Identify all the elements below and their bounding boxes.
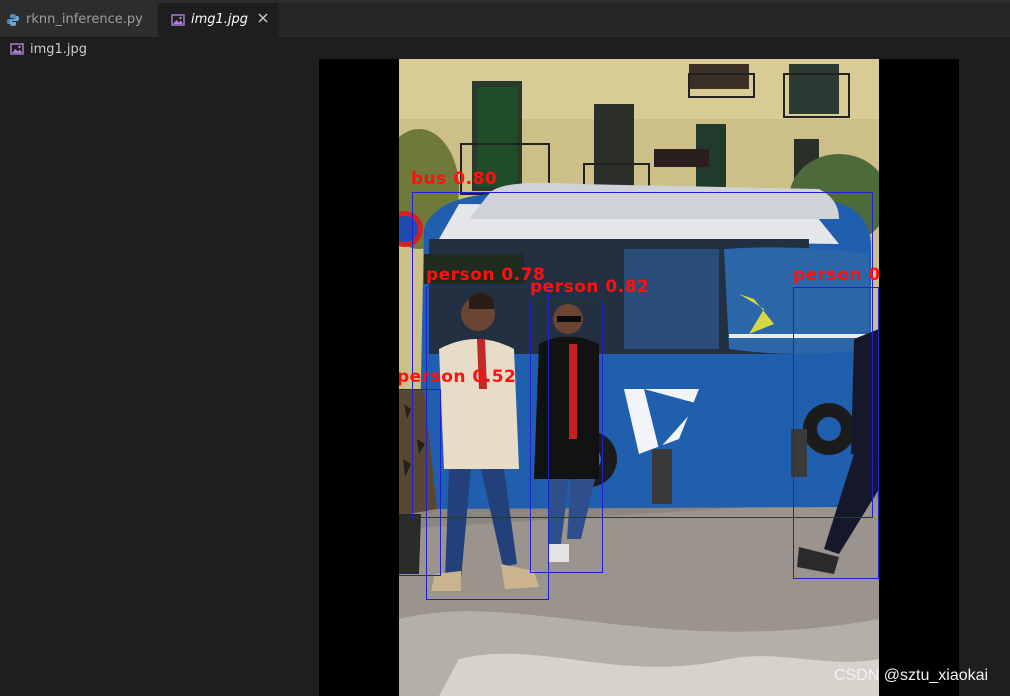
- street-photo: bus 0.80 person 0.78 person 0.82 person …: [399, 59, 879, 696]
- python-icon: [6, 13, 20, 27]
- close-icon[interactable]: [256, 11, 270, 25]
- tab-rknn-inference[interactable]: rknn_inference.py: [0, 3, 158, 36]
- detection-label: bus 0.80: [411, 169, 498, 189]
- tab-label: img1.jpg: [191, 12, 249, 27]
- person-bounding-box: [399, 389, 441, 576]
- image-icon: [171, 13, 185, 27]
- image-viewer[interactable]: bus 0.80 person 0.78 person 0.82 person …: [319, 59, 959, 696]
- detection-label: person 0.52: [399, 367, 517, 387]
- tab-img1[interactable]: img1.jpg: [159, 3, 278, 37]
- breadcrumb-label: img1.jpg: [30, 41, 88, 57]
- csdn-watermark: CSDN @sztu_xiaokai: [834, 667, 989, 684]
- breadcrumb[interactable]: img1.jpg: [10, 40, 87, 58]
- editor-tab-bar: rknn_inference.py img1.jpg: [0, 3, 1010, 37]
- person-bounding-box: [793, 287, 879, 579]
- detection-label: person 0.78: [426, 265, 546, 285]
- image-icon: [10, 42, 24, 56]
- detection-label: person 0.82: [530, 277, 650, 297]
- detection-label: person 0.83: [793, 265, 879, 285]
- person-bounding-box: [530, 299, 603, 573]
- tab-label: rknn_inference.py: [26, 12, 143, 27]
